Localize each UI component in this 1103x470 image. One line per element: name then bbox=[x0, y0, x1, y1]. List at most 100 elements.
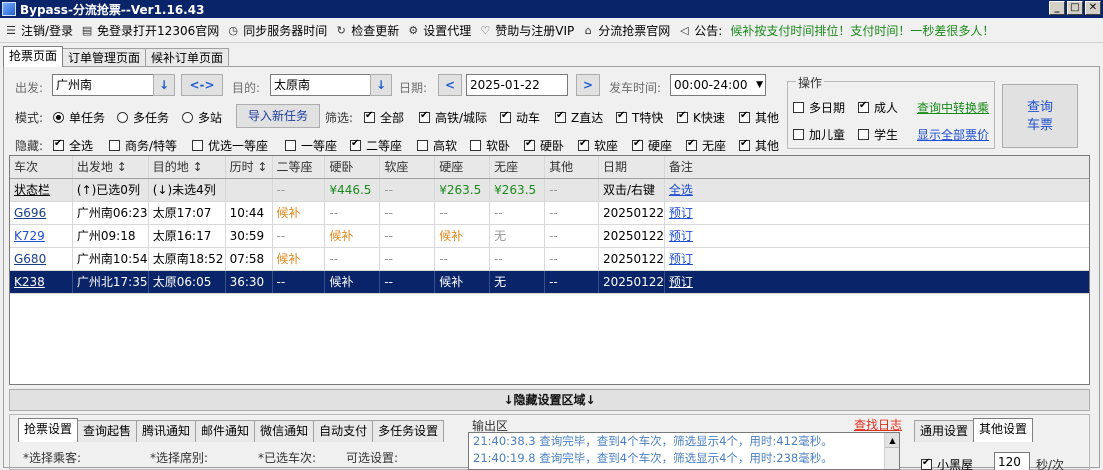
train-number-link[interactable]: G680 bbox=[10, 248, 73, 270]
hide-business-checkbox[interactable]: 商务/特等 bbox=[109, 137, 177, 154]
departure-time-select[interactable]: 00:00-24:00 ▼ bbox=[670, 74, 766, 96]
hide-premium-first-checkbox[interactable]: 优选一等座 bbox=[192, 137, 268, 154]
sync-time-menu[interactable]: ◷ 同步服务器时间 bbox=[224, 20, 332, 42]
table-row[interactable]: G680 广州南10:54 太原南18:52 07:58 候补 -- -- --… bbox=[10, 248, 1089, 271]
column-header[interactable]: 二等座 bbox=[273, 156, 326, 178]
column-header[interactable]: 日期 bbox=[599, 156, 665, 178]
filter-k-checkbox[interactable]: K快速 bbox=[677, 109, 725, 126]
filter-z-checkbox[interactable]: Z直达 bbox=[555, 109, 603, 126]
add-child-checkbox[interactable]: 加儿童 bbox=[793, 126, 845, 143]
tab-waitlist-orders[interactable]: 候补订单页面 bbox=[145, 48, 230, 67]
find-log-link[interactable]: 查找日志 bbox=[854, 416, 902, 433]
column-header[interactable]: 出发地 ↕ bbox=[73, 156, 149, 178]
hide-first-class-checkbox[interactable]: 一等座 bbox=[285, 137, 337, 154]
hide-no-seat-checkbox[interactable]: 无座 bbox=[686, 137, 726, 154]
interval-seconds-stepper[interactable]: 120 bbox=[994, 452, 1030, 470]
train-number-link[interactable]: K238 bbox=[10, 271, 73, 293]
book-link[interactable]: 预订 bbox=[665, 202, 1089, 224]
column-header[interactable]: 备注 bbox=[665, 156, 1089, 178]
settings-tabs: 抢票设置 查询起售 腾讯通知 邮件通知 微信通知 自动支付 多任务设置 bbox=[18, 418, 445, 442]
to-dropdown-button[interactable]: ↓ bbox=[370, 74, 392, 96]
tab-auto-pay[interactable]: 自动支付 bbox=[313, 420, 374, 442]
from-station-input[interactable]: 广州南 bbox=[52, 74, 154, 96]
vip-menu[interactable]: ♡ 赞助与注册VIP bbox=[476, 20, 579, 42]
log-scrollbar[interactable]: ▲ bbox=[884, 433, 899, 469]
filter-all-checkbox[interactable]: 全部 bbox=[364, 109, 404, 126]
hide-soft-sleeper-checkbox[interactable]: 软卧 bbox=[470, 137, 510, 154]
tab-multi-task-settings[interactable]: 多任务设置 bbox=[372, 420, 445, 442]
tab-grab-tickets[interactable]: 抢票页面 bbox=[3, 46, 64, 67]
close-button[interactable]: ✕ bbox=[1085, 1, 1101, 15]
swap-stations-button[interactable]: <-> bbox=[181, 74, 223, 96]
show-all-prices-link[interactable]: 显示全部票价 bbox=[917, 126, 989, 143]
filter-t-checkbox[interactable]: T特快 bbox=[616, 109, 663, 126]
check-update-menu[interactable]: ↻ 检查更新 bbox=[332, 20, 404, 42]
transfer-query-link[interactable]: 查询中转换乘 bbox=[917, 99, 989, 116]
column-header[interactable]: 硬卧 bbox=[325, 156, 381, 178]
tab-other-settings[interactable]: 其他设置 bbox=[973, 418, 1034, 442]
hide-all-checkbox[interactable]: 全选 bbox=[53, 137, 93, 154]
refresh-icon: ↻ bbox=[336, 23, 346, 37]
status-row[interactable]: 状态栏 (↑)已选0列 (↓)未选4列 -- ¥446.5 -- ¥263.5 … bbox=[10, 179, 1089, 202]
filter-other-checkbox[interactable]: 其他 bbox=[739, 109, 779, 126]
tab-query-sale[interactable]: 查询起售 bbox=[77, 420, 138, 442]
tab-orders[interactable]: 订单管理页面 bbox=[62, 48, 147, 67]
output-log[interactable]: 21:40:38.3 查询完毕，查到4个车次，筛选显示4个，用时:412毫秒。 … bbox=[468, 432, 900, 470]
menu-icon: ☰ bbox=[6, 23, 16, 37]
adult-checkbox[interactable]: 成人 bbox=[858, 99, 898, 116]
filter-emu-checkbox[interactable]: 动车 bbox=[500, 109, 540, 126]
filter-highspeed-checkbox[interactable]: 高铁/城际 bbox=[419, 109, 487, 126]
query-tickets-button[interactable]: 查询 车票 bbox=[1002, 84, 1078, 148]
hide-second-class-checkbox[interactable]: 二等座 bbox=[350, 137, 402, 154]
date-input[interactable]: 2025-01-22 bbox=[466, 74, 568, 96]
import-task-button[interactable]: 导入新任务 bbox=[236, 104, 320, 128]
official-site-menu[interactable]: ⌂ 分流抢票官网 bbox=[579, 20, 675, 42]
tab-tencent-notify[interactable]: 腾讯通知 bbox=[136, 420, 197, 442]
book-link[interactable]: 预订 bbox=[665, 248, 1089, 270]
tab-general-settings[interactable]: 通用设置 bbox=[914, 420, 975, 442]
column-header[interactable]: 目的地 ↕ bbox=[149, 156, 226, 178]
column-header[interactable]: 软座 bbox=[380, 156, 436, 178]
mode-single-radio[interactable]: 单任务 bbox=[53, 109, 105, 126]
maximize-button[interactable]: □ bbox=[1067, 1, 1083, 15]
table-row-selected[interactable]: K238 广州北17:35 太原06:05 36:30 -- 候补 -- 候补 … bbox=[10, 271, 1089, 294]
hide-deluxe-soft-checkbox[interactable]: 高软 bbox=[417, 137, 457, 154]
multi-date-checkbox[interactable]: 多日期 bbox=[793, 99, 845, 116]
hide-other-checkbox[interactable]: 其他 bbox=[739, 137, 779, 154]
mode-multi-radio[interactable]: 多任务 bbox=[117, 109, 169, 126]
login-menu[interactable]: ☰ 注销/登录 bbox=[2, 20, 78, 42]
hide-soft-seat-checkbox[interactable]: 软座 bbox=[578, 137, 618, 154]
optional-settings-label: 可选设置: bbox=[346, 451, 399, 465]
open-12306-menu[interactable]: ▤ 免登录打开12306官网 bbox=[78, 20, 224, 42]
chevron-down-icon: ▼ bbox=[756, 80, 763, 90]
column-header[interactable]: 车次 bbox=[10, 156, 73, 178]
column-header[interactable]: 历时 ↕ bbox=[226, 156, 273, 178]
train-number-link[interactable]: K729 bbox=[10, 225, 73, 247]
minimize-button[interactable]: _ bbox=[1049, 1, 1065, 15]
mode-multistation-radio[interactable]: 多站 bbox=[182, 109, 222, 126]
column-header[interactable]: 其他 bbox=[545, 156, 599, 178]
table-row[interactable]: K729 广州09:18 太原16:17 30:59 -- 候补 -- 候补 无… bbox=[10, 225, 1089, 248]
column-header[interactable]: 硬座 bbox=[435, 156, 491, 178]
hide-hard-seat-checkbox[interactable]: 硬座 bbox=[632, 137, 672, 154]
from-dropdown-button[interactable]: ↓ bbox=[153, 74, 175, 96]
table-row[interactable]: G696 广州南06:23 太原17:07 10:44 候补 -- -- -- … bbox=[10, 202, 1089, 225]
tab-wechat-notify[interactable]: 微信通知 bbox=[254, 420, 315, 442]
to-station-input[interactable]: 太原南 bbox=[270, 74, 372, 96]
toggle-settings-area-button[interactable]: ↓隐藏设置区域↓ bbox=[9, 389, 1090, 411]
hide-hard-sleeper-checkbox[interactable]: 硬卧 bbox=[524, 137, 564, 154]
scroll-up-icon[interactable]: ▲ bbox=[885, 433, 899, 448]
train-number-link[interactable]: G696 bbox=[10, 202, 73, 224]
book-link[interactable]: 预订 bbox=[665, 271, 1089, 293]
student-checkbox[interactable]: 学生 bbox=[858, 126, 898, 143]
select-all-link[interactable]: 全选 bbox=[665, 179, 1089, 201]
blackroom-checkbox[interactable]: 小黑屋 bbox=[921, 456, 973, 470]
tab-grab-settings[interactable]: 抢票设置 bbox=[18, 418, 79, 442]
prev-date-button[interactable]: < bbox=[438, 74, 462, 96]
column-header[interactable]: 无座 bbox=[490, 156, 546, 178]
announcement-menu[interactable]: ◁ 公告: bbox=[675, 20, 727, 42]
tab-email-notify[interactable]: 邮件通知 bbox=[195, 420, 256, 442]
proxy-menu[interactable]: ⚙ 设置代理 bbox=[404, 20, 476, 42]
next-date-button[interactable]: > bbox=[576, 74, 600, 96]
book-link[interactable]: 预订 bbox=[665, 225, 1089, 247]
